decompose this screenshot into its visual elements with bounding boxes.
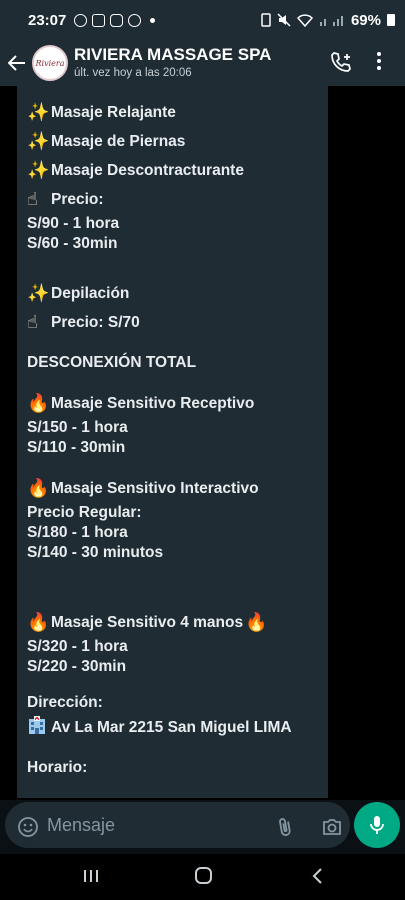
fire-icon: 🔥 — [245, 612, 268, 632]
message-bubble[interactable]: ✨ Masaje Relajante ✨ Masaje de Piernas ✨… — [17, 86, 328, 798]
fire-icon: 🔥 — [27, 478, 50, 498]
message-input[interactable] — [47, 810, 247, 840]
price-line: S/320 - 1 hora — [27, 638, 128, 655]
paperclip-icon — [279, 818, 291, 836]
avatar-logo-text: Riviera — [35, 58, 65, 68]
service-line: 🔥 Masaje Sensitivo Interactivo — [27, 474, 318, 503]
address-text: Av La Mar 2215 San Miguel LIMA — [51, 718, 292, 736]
status-bar: 23:07 69% — [0, 0, 405, 40]
price-label: Precio: — [51, 190, 104, 208]
sim-icon — [261, 13, 271, 27]
service-name: Masaje Descontracturante — [51, 161, 244, 179]
system-status: 69% — [261, 12, 395, 29]
mute-icon — [277, 13, 291, 27]
recent-apps-button[interactable] — [82, 868, 100, 889]
chat-header: Riviera RIVIERA MASSAGE SPA últ. vez hoy… — [0, 40, 405, 86]
pointing-up-icon: ☝ — [27, 189, 38, 209]
price-line: S/150 - 1 hora — [27, 419, 128, 436]
football-notification-icon — [128, 13, 142, 27]
hours-label: Horario: — [27, 759, 88, 776]
price-line: S/110 - 30min — [27, 439, 126, 456]
service-line: ✨ Depilación — [27, 279, 318, 308]
voice-message-button[interactable] — [354, 802, 400, 848]
service-name: Masaje Sensitivo Receptivo — [51, 394, 255, 412]
more-notifications-dot — [150, 17, 156, 23]
messenger-notification-icon — [92, 13, 106, 27]
dot — [377, 66, 381, 70]
more-options-button[interactable] — [377, 52, 381, 70]
recent-apps-icon — [84, 870, 98, 882]
contact-info[interactable]: RIVIERA MASSAGE SPA últ. vez hoy a las 2… — [74, 45, 271, 81]
message-input-container[interactable] — [5, 802, 350, 848]
service-name: Masaje Relajante — [51, 103, 176, 121]
camera-button[interactable] — [321, 816, 343, 843]
service-name: Masaje Sensitivo 4 manos — [51, 613, 244, 631]
phone-plus-icon — [331, 52, 351, 72]
message-list[interactable]: ✨ Masaje Relajante ✨ Masaje de Piernas ✨… — [0, 86, 405, 800]
sparkles-icon: ✨ — [27, 283, 50, 303]
service-name: Depilación — [51, 284, 130, 302]
add-call-button[interactable] — [330, 51, 352, 78]
signal-icon — [319, 16, 343, 26]
dot — [377, 52, 381, 56]
instagram-notification-icon — [110, 13, 124, 27]
contact-avatar[interactable]: Riviera — [32, 45, 68, 81]
sparkles-icon: ✨ — [27, 131, 50, 151]
nav-back-button[interactable] — [311, 867, 323, 890]
address-line: Av La Mar 2215 San Miguel LIMA — [27, 713, 318, 742]
whatsapp-notification-icon — [74, 13, 88, 27]
mic-icon — [370, 816, 384, 834]
price-line: S/60 - 30min — [27, 235, 118, 252]
service-name: Masaje de Piernas — [51, 132, 186, 150]
service-name: Masaje Sensitivo Interactivo — [51, 479, 259, 497]
sparkles-icon: ✨ — [27, 102, 50, 122]
notification-icons — [74, 13, 156, 27]
hospital-building-icon — [27, 715, 51, 740]
back-arrow-icon — [8, 55, 25, 71]
chevron-left-icon — [312, 868, 322, 884]
pointing-up-icon: ☝ — [27, 312, 38, 332]
section-title: DESCONEXIÓN TOTAL — [27, 354, 197, 371]
battery-percent: 69% — [350, 11, 381, 29]
home-button[interactable] — [195, 867, 212, 884]
attach-button[interactable] — [275, 816, 297, 843]
status-time: 23:07 — [28, 11, 67, 29]
service-line: 🔥 Masaje Sensitivo Receptivo — [27, 389, 318, 418]
fire-icon: 🔥 — [27, 393, 50, 413]
composer — [0, 800, 405, 854]
back-button[interactable] — [2, 55, 32, 71]
smiley-icon — [18, 817, 38, 837]
price-label-line: ☝ Precio: — [27, 185, 318, 214]
whatsapp-chat-screen: 23:07 69% Riviera RIVIERA MASSAGE SPA úl… — [0, 0, 405, 900]
camera-icon — [323, 819, 341, 835]
address-label: Dirección: — [27, 694, 103, 711]
price-line: S/180 - 1 hora — [27, 524, 128, 541]
wifi-icon — [296, 14, 313, 27]
price-label: Precio Regular: — [27, 504, 142, 521]
service-line: ✨ Masaje de Piernas — [27, 127, 318, 156]
price-line: S/90 - 1 hora — [27, 215, 120, 232]
system-navigation-bar — [0, 854, 405, 900]
service-line: ✨ Masaje Relajante — [27, 98, 318, 127]
dot — [377, 59, 381, 63]
price-line: S/140 - 30 minutos — [27, 544, 164, 561]
last-seen: últ. vez hoy a las 20:06 — [74, 67, 192, 79]
price-line: S/220 - 30min — [27, 658, 127, 675]
service-line: 🔥 Masaje Sensitivo 4 manos 🔥 — [27, 608, 318, 637]
price-line: ☝ Precio: S/70 — [27, 308, 318, 337]
depil-price: Precio: S/70 — [51, 313, 140, 331]
fire-icon: 🔥 — [27, 612, 50, 632]
emoji-button[interactable] — [17, 816, 39, 843]
contact-name: RIVIERA MASSAGE SPA — [74, 45, 272, 64]
sparkles-icon: ✨ — [27, 160, 50, 180]
battery-icon — [387, 14, 395, 26]
service-line: ✨ Masaje Descontracturante — [27, 156, 318, 185]
